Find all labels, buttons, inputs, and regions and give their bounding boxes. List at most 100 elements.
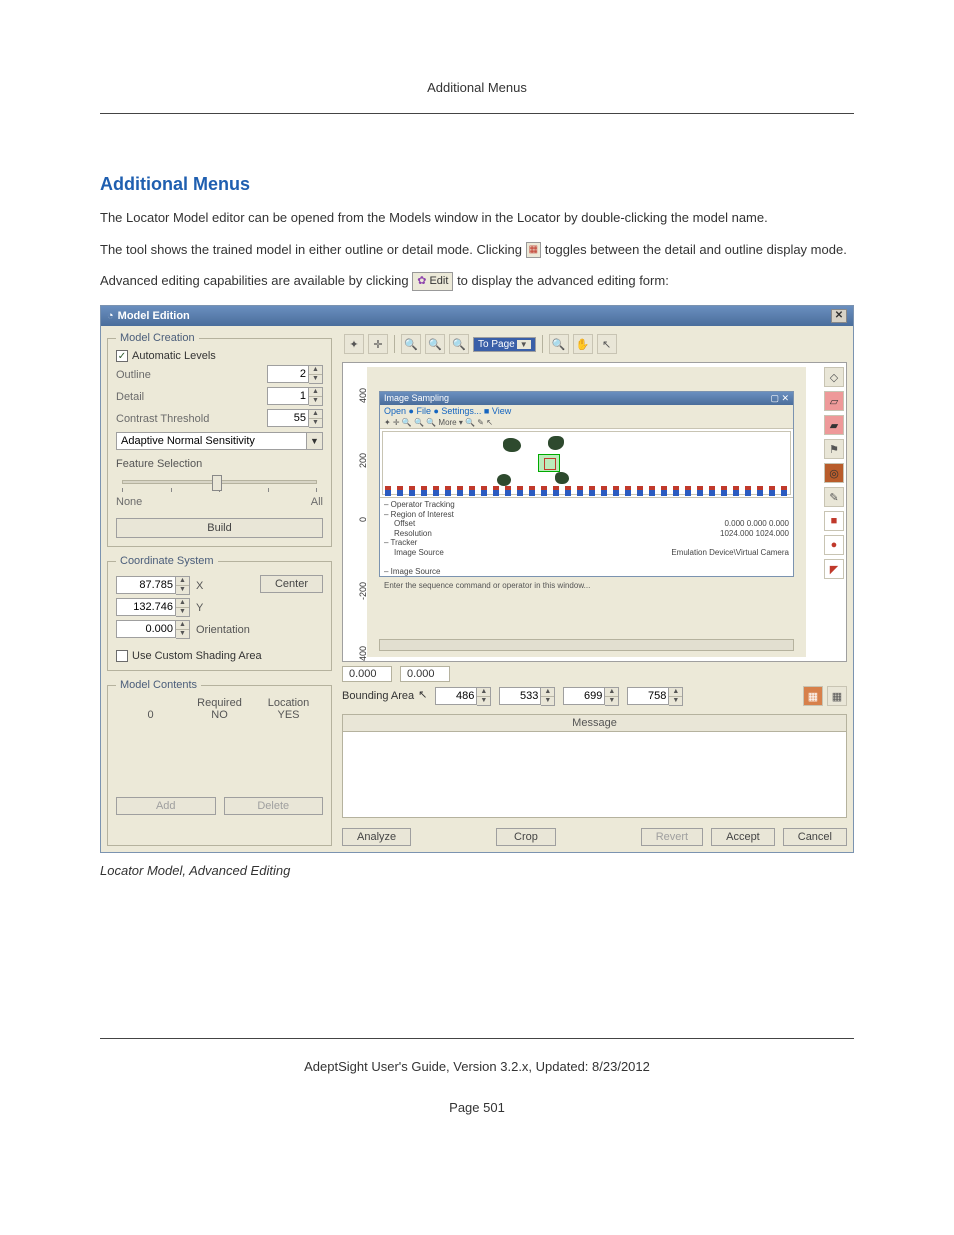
pen-icon[interactable]: ✎: [824, 487, 844, 507]
inner-window-buttons[interactable]: ▢ ✕: [770, 393, 789, 404]
spin-down-icon[interactable]: ▼: [309, 419, 322, 427]
mode-grid-icon[interactable]: ▦: [827, 686, 847, 706]
status-a: 0.000: [342, 666, 392, 682]
window-title: Model Edition: [118, 310, 827, 322]
custom-shading-checkbox[interactable]: Use Custom Shading Area: [116, 650, 323, 662]
inner-property-grid[interactable]: – Operator Tracking – Region of Interest…: [380, 497, 793, 579]
detail-spin[interactable]: ▲▼: [267, 387, 323, 406]
accept-button[interactable]: Accept: [711, 828, 775, 846]
crop-button[interactable]: Crop: [496, 828, 556, 846]
model-blob: [548, 436, 564, 450]
window-titlebar[interactable]: ◔ Model Edition ✕: [101, 306, 853, 326]
viewer-side-icons: ◇ ▱ ▰ ⚑ ◎ ✎ ■ ● ◤: [822, 363, 846, 661]
mode-single-icon[interactable]: ▦: [803, 686, 823, 706]
running-header: Additional Menus: [100, 80, 854, 114]
square-icon[interactable]: ■: [824, 511, 844, 531]
message-body[interactable]: [342, 732, 847, 818]
spin-down-icon[interactable]: ▼: [309, 397, 322, 405]
chevron-down-icon[interactable]: ▼: [517, 340, 531, 349]
scrollbar-horizontal[interactable]: [379, 639, 794, 651]
page-heading: Additional Menus: [100, 174, 854, 195]
analyze-button[interactable]: Analyze: [342, 828, 411, 846]
outline-label: Outline: [116, 369, 261, 381]
figure-caption: Locator Model, Advanced Editing: [100, 863, 854, 878]
outline-spin[interactable]: ▲▼: [267, 365, 323, 384]
add-button[interactable]: Add: [116, 797, 216, 815]
y-input[interactable]: [116, 598, 176, 616]
chevron-down-icon[interactable]: ▼: [307, 432, 323, 450]
contrast-spin[interactable]: ▲▼: [267, 409, 323, 428]
spin-up-icon[interactable]: ▲: [309, 366, 322, 375]
inner-toolbar[interactable]: ✦ ✛ 🔍 🔍 🔍 More ▾ 🔍 ✎ ↖: [380, 417, 793, 429]
flag-icon[interactable]: ⚑: [824, 439, 844, 459]
ba-2-spin[interactable]: ▲▼: [499, 687, 555, 706]
detail-label: Detail: [116, 391, 261, 403]
delete-button[interactable]: Delete: [224, 797, 324, 815]
shape-a-icon[interactable]: ▱: [824, 391, 844, 411]
inner-footer: Enter the sequence command or operator i…: [380, 579, 793, 592]
close-icon[interactable]: ✕: [831, 309, 847, 323]
sensitivity-dropdown[interactable]: ▼: [116, 432, 323, 450]
spin-down-icon[interactable]: ▼: [309, 375, 322, 383]
inner-canvas[interactable]: [382, 431, 791, 495]
y-spin[interactable]: ▲▼: [116, 598, 190, 617]
ruler-vertical: 400 200 0 -200 -400: [349, 383, 363, 651]
body-para-3: Advanced editing capabilities are availa…: [100, 272, 854, 291]
automatic-levels-checkbox[interactable]: ✓ Automatic Levels: [116, 350, 323, 362]
shape-b-icon[interactable]: ▰: [824, 415, 844, 435]
hand-icon[interactable]: ✋: [573, 334, 593, 354]
circle-icon[interactable]: ●: [824, 535, 844, 555]
zoom-mode-dropdown[interactable]: To Page ▼: [473, 337, 536, 352]
cursor-icon: ↖: [418, 688, 427, 701]
center-button[interactable]: Center: [260, 575, 323, 593]
outline-input[interactable]: [267, 365, 309, 383]
x-label: X: [196, 580, 203, 592]
toggle-grid-icon: ▦: [526, 242, 541, 258]
wand-icon[interactable]: ✦: [344, 334, 364, 354]
ba-3-spin[interactable]: ▲▼: [563, 687, 619, 706]
bounding-area-label: Bounding Area: [342, 690, 414, 702]
ba-1-spin[interactable]: ▲▼: [435, 687, 491, 706]
gear-icon: ✿: [417, 275, 426, 287]
x-input[interactable]: [116, 576, 176, 594]
viewer-canvas[interactable]: -600 -400 -200 0 200 400 500 mm 400 200 …: [342, 362, 847, 662]
model-blob: [497, 474, 511, 486]
zoom-in-icon[interactable]: 🔍: [401, 334, 421, 354]
inner-image-sampling-window: Image Sampling ▢ ✕ Open ● File ● Setting…: [379, 391, 794, 577]
revert-button[interactable]: Revert: [641, 828, 703, 846]
model-marker[interactable]: [538, 454, 560, 472]
message-header: Message: [342, 714, 847, 732]
body-para-1: The Locator Model editor can be opened f…: [100, 209, 854, 227]
target-icon[interactable]: ◎: [824, 463, 844, 483]
zoom-sel-icon[interactable]: 🔍: [549, 334, 569, 354]
detail-input[interactable]: [267, 387, 309, 405]
slider-thumb[interactable]: [212, 475, 222, 491]
page-footer: AdeptSight User's Guide, Version 3.2.x, …: [100, 1038, 854, 1074]
orientation-spin[interactable]: ▲▼: [116, 620, 190, 639]
table-row[interactable]: 0 NO YES: [116, 709, 323, 721]
inner-menu[interactable]: Open ● File ● Settings... ■ View: [380, 405, 793, 417]
checkbox-icon: ✓: [116, 350, 128, 362]
handles-blue[interactable]: [385, 490, 788, 496]
spin-up-icon[interactable]: ▲: [309, 388, 322, 397]
zoom-icon[interactable]: 🔍: [425, 334, 445, 354]
build-button[interactable]: Build: [116, 518, 323, 538]
pointer-icon[interactable]: ↖: [597, 334, 617, 354]
model-blob: [503, 438, 521, 452]
x-spin[interactable]: ▲▼: [116, 576, 190, 595]
eraser-icon[interactable]: ◇: [824, 367, 844, 387]
col-required: Required: [185, 697, 254, 709]
feature-selection-slider[interactable]: [122, 480, 317, 484]
triangle-icon[interactable]: ◤: [824, 559, 844, 579]
zoom-out-icon[interactable]: 🔍: [449, 334, 469, 354]
ba-4-spin[interactable]: ▲▼: [627, 687, 683, 706]
checkbox-icon: [116, 650, 128, 662]
model-creation-legend: Model Creation: [116, 332, 199, 344]
spin-up-icon[interactable]: ▲: [309, 410, 322, 419]
contrast-input[interactable]: [267, 409, 309, 427]
sensitivity-input[interactable]: [116, 432, 307, 450]
body-para-2: The tool shows the trained model in eith…: [100, 241, 854, 259]
pan-icon[interactable]: ✛: [368, 334, 388, 354]
orientation-input[interactable]: [116, 620, 176, 638]
cancel-button[interactable]: Cancel: [783, 828, 847, 846]
